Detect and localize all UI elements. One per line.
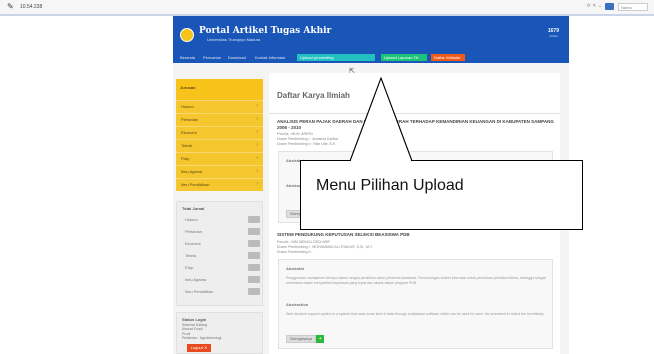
- sidebar-item-pertanian[interactable]: Pertanian ›: [176, 113, 263, 126]
- browser-tab[interactable]: Nama: [618, 3, 648, 11]
- pin-icon[interactable]: ✎: [7, 3, 14, 11]
- count-badge: [248, 264, 260, 271]
- count-badge: [248, 276, 260, 283]
- abstract-label: Abstraksi: [286, 266, 305, 271]
- abstract-box: Abstraksi Penggunaan manajemen berupa si…: [278, 259, 553, 349]
- stats-row[interactable]: Teknik: [185, 252, 260, 260]
- menu-item-beranda[interactable]: Beranda: [180, 54, 195, 61]
- stats-row[interactable]: Hukum: [185, 216, 260, 224]
- menu-item-kontak[interactable]: Kontak Informasi: [255, 54, 285, 61]
- chevron-right-icon: ›: [256, 168, 258, 174]
- upload-proceeding-button[interactable]: Upload proceeding: [297, 54, 375, 61]
- mouse-cursor-icon: ⇱: [349, 68, 355, 75]
- abstract-text: Web decision support system is a system …: [286, 312, 545, 316]
- annotation-callout: Menu Pilihan Upload: [300, 160, 583, 230]
- count-badge: [248, 252, 260, 259]
- chevron-right-icon: ›: [256, 129, 258, 135]
- sidebar-item-hukum[interactable]: Hukum ›: [176, 100, 263, 113]
- sidebar-item-ilmu-agama[interactable]: Ilmu Agama ›: [176, 165, 263, 178]
- callout-text: Menu Pilihan Upload: [316, 177, 464, 194]
- plus-icon: +: [316, 335, 325, 343]
- counter-label: Artikel: [549, 34, 558, 38]
- login-line: Ahmad Fuadi: [182, 327, 203, 331]
- article-title[interactable]: SISTEM PENDUKUNG KEPUTUSAN SELEKSI BEASI…: [277, 232, 557, 238]
- sidebar-item-ilmu-pendidikan[interactable]: Ilmu Pendidikan ›: [176, 178, 263, 191]
- count-badge: [248, 288, 260, 295]
- category-sidebar: Jurusan Hukum › Pertanian › Ekonomi › Tekni…: [176, 79, 263, 191]
- abstract-label: Abstraction: [286, 302, 309, 307]
- sidebar-item-teknik[interactable]: Teknik ›: [176, 139, 263, 152]
- count-badge: [248, 216, 260, 223]
- title-divider: [269, 113, 560, 114]
- article-counter: 1679 Artikel: [548, 28, 559, 38]
- main-menu: Beranda Pencarian Download Kontak Inform…: [173, 52, 569, 63]
- sidebar-item-fisip[interactable]: Fisip ›: [176, 152, 263, 165]
- read-more-button[interactable]: Selengkapnya+: [286, 335, 325, 343]
- sidebar-item-ekonomi[interactable]: Ekonomi ›: [176, 126, 263, 139]
- page-title: Daftar Karya Ilmiah: [277, 91, 350, 100]
- menu-item-download[interactable]: Download: [228, 54, 246, 61]
- site-header: Portal Artikel Tugas Akhir Universitas T…: [173, 16, 569, 63]
- abstract-text: Penggunaan manajemen berupa sistem rangk…: [286, 276, 546, 285]
- browser-logo-icon: [605, 3, 614, 10]
- refresh-icon[interactable]: ⟳ ✕ ⌄: [587, 3, 602, 9]
- address-bar[interactable]: 10.54.238: [20, 4, 42, 10]
- sidebar-heading: Jurusan: [176, 79, 263, 100]
- journal-stats-box: Total Jurnal Hukum Pertanian Ekonomi Tek…: [176, 201, 263, 306]
- chevron-right-icon: ›: [256, 142, 258, 148]
- stats-row[interactable]: Ilmu Pendidikan: [185, 288, 260, 296]
- stats-row[interactable]: Fisip: [185, 264, 260, 272]
- daftar-website-button[interactable]: Daftar Website: [431, 54, 465, 61]
- chevron-right-icon: ›: [256, 116, 258, 122]
- count-badge: [248, 240, 260, 247]
- login-line: Pertanian - Agroteknologi: [182, 336, 222, 340]
- site-title[interactable]: Portal Artikel Tugas Akhir: [199, 26, 331, 36]
- chevron-right-icon: ›: [256, 103, 258, 109]
- login-title: Status Login: [182, 317, 207, 322]
- logout-button[interactable]: Logout ✕: [187, 344, 211, 352]
- count-badge: [248, 228, 260, 235]
- chevron-right-icon: ›: [256, 155, 258, 161]
- stats-title: Total Jurnal: [182, 206, 205, 211]
- article-supervisor: Dosen Pembimbing II : Rike Ufie, S.E.: [277, 142, 337, 146]
- login-status-box: Status Login Selamat Datang Ahmad Fuadi …: [176, 312, 263, 354]
- university-logo-icon[interactable]: [180, 28, 194, 42]
- upload-laporan-button[interactable]: Upload Laporan TA: [381, 54, 427, 61]
- article-title[interactable]: ANALISIS PERAN PAJAK DAERAH DAN RETRIBUS…: [277, 119, 557, 131]
- article-supervisor: Dosen Pembimbing II : -: [277, 250, 315, 254]
- stats-row[interactable]: Ilmu Agama: [185, 276, 260, 284]
- chevron-right-icon: ›: [256, 181, 258, 187]
- stats-row[interactable]: Ekonomi: [185, 240, 260, 248]
- site-subtitle: Universitas Trunojoyo Madura: [207, 37, 261, 42]
- menu-item-pencarian[interactable]: Pencarian: [203, 54, 221, 61]
- stats-row[interactable]: Pertanian: [185, 228, 260, 236]
